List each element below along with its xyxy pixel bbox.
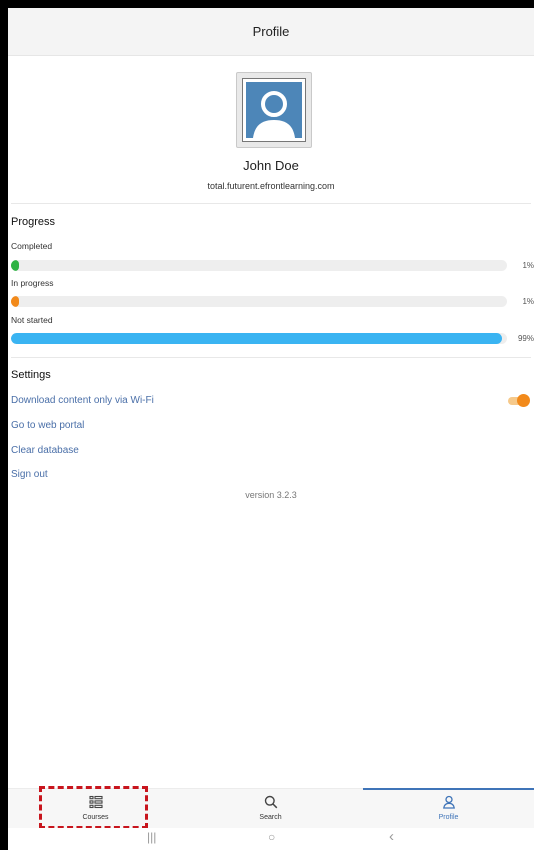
- user-avatar-icon: [246, 82, 302, 138]
- profile-screen: Profile John Doe total.futurent.efrontle…: [8, 8, 534, 850]
- back-button[interactable]: ‹: [389, 828, 394, 845]
- search-icon: [264, 795, 277, 809]
- page-title: Profile: [252, 24, 290, 39]
- in-progress-progress-fill: [11, 296, 19, 307]
- user-name: John Doe: [243, 158, 299, 173]
- wifi-only-setting[interactable]: Download content only via Wi-Fi: [11, 395, 154, 406]
- completed-progress-fill: [11, 260, 19, 271]
- nav-search-label: Search: [259, 814, 282, 821]
- not-started-progress-fill: [11, 333, 503, 344]
- courses-highlight-box: [39, 786, 148, 829]
- in-progress-label: In progress: [11, 278, 54, 288]
- in-progress-percent: 1%: [522, 297, 534, 306]
- divider: [11, 357, 531, 358]
- in-progress-progress-bar: [11, 296, 507, 307]
- clear-database-link[interactable]: Clear database: [11, 445, 79, 456]
- sign-out-link[interactable]: Sign out: [11, 469, 48, 480]
- wifi-only-toggle[interactable]: [508, 394, 530, 408]
- avatar[interactable]: [236, 72, 312, 148]
- nav-search[interactable]: Search: [183, 789, 358, 829]
- nav-profile-label: Profile: [438, 814, 459, 821]
- not-started-percent: 99%: [517, 334, 534, 343]
- user-email: total.futurent.efrontlearning.com: [207, 181, 335, 191]
- active-tab-indicator: [363, 788, 534, 790]
- top-bar: Profile: [8, 8, 534, 56]
- completed-progress-bar: [11, 260, 507, 271]
- not-started-progress-bar: [11, 333, 507, 344]
- not-started-label: Not started: [11, 315, 53, 325]
- divider: [11, 203, 531, 204]
- nav-profile[interactable]: Profile: [363, 789, 534, 829]
- web-portal-link[interactable]: Go to web portal: [11, 420, 84, 431]
- app-version: version 3.2.3: [245, 490, 297, 500]
- completed-label: Completed: [11, 241, 53, 251]
- profile-icon: [442, 795, 455, 809]
- settings-title: Settings: [11, 369, 51, 381]
- system-navigation-bar: ||| ○ ‹: [8, 828, 534, 850]
- progress-title: Progress: [11, 216, 56, 228]
- completed-percent: 1%: [522, 261, 534, 270]
- recents-button[interactable]: |||: [147, 830, 156, 844]
- home-button[interactable]: ○: [268, 830, 275, 844]
